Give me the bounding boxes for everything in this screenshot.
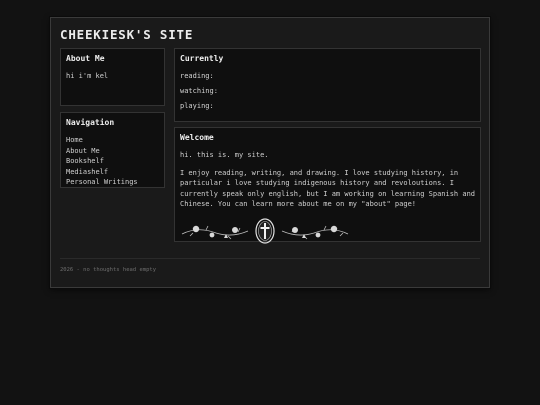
about-me-text: hi i'm kel	[66, 72, 109, 80]
currently-playing: playing:	[180, 102, 214, 110]
nav-link-bookshelf[interactable]: Bookshelf	[66, 156, 159, 167]
welcome-heading: Welcome	[180, 133, 214, 142]
currently-heading: Currently	[180, 54, 224, 63]
nav-link-home[interactable]: Home	[66, 135, 159, 146]
site-container: CHEEKIESK'S SITE About Me hi i'm kel Nav…	[50, 17, 490, 288]
footer-text: 2026 - no thoughts head empty	[60, 267, 157, 273]
currently-box: Currently reading: watching: playing:	[174, 48, 481, 122]
currently-reading: reading:	[180, 72, 214, 80]
welcome-box: Welcome hi. this is. my site. I enjoy re…	[174, 127, 481, 244]
nav-link-personal-writings[interactable]: Personal Writings	[66, 177, 159, 188]
footer-divider	[60, 258, 480, 259]
navigation-box: Navigation Home About Me Bookshelf Media…	[60, 112, 165, 188]
rose-cross-ornament-icon	[181, 217, 349, 244]
nav-link-about-me[interactable]: About Me	[66, 146, 159, 157]
about-me-heading: About Me	[66, 54, 105, 63]
navigation-heading: Navigation	[66, 118, 115, 127]
about-me-box: About Me hi i'm kel	[60, 48, 165, 106]
site-title: CHEEKIESK'S SITE	[60, 27, 194, 42]
navigation-list: Home About Me Bookshelf Mediashelf Perso…	[66, 135, 159, 188]
welcome-body: I enjoy reading, writing, and drawing. I…	[180, 168, 476, 209]
ornamental-divider	[180, 216, 475, 246]
currently-watching: watching:	[180, 87, 218, 95]
nav-link-mediashelf[interactable]: Mediashelf	[66, 167, 159, 178]
welcome-intro: hi. this is. my site.	[180, 151, 269, 159]
